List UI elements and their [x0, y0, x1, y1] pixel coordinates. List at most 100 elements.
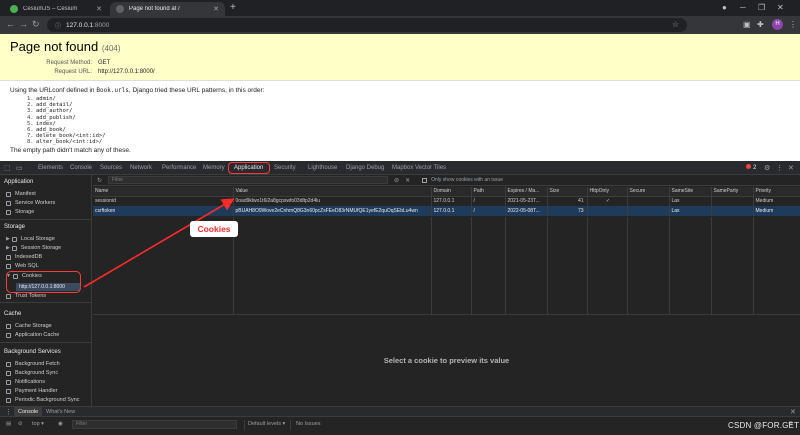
tab-django-debug[interactable]: Django Debug	[346, 161, 384, 175]
minimize-icon[interactable]: ─	[740, 3, 746, 12]
cesium-favicon-icon	[10, 5, 18, 13]
url-input[interactable]: ⓘ 127.0.0.1:8000 ☆	[47, 18, 687, 32]
table-row[interactable]: sessionid 0oad9klwo1t6i2a8gcpswfo03dltp2…	[93, 196, 800, 206]
column-header-size[interactable]: Size	[547, 187, 588, 197]
inspect-element-icon[interactable]: ⬚	[4, 164, 11, 172]
menu-kebab-icon[interactable]: ⋮	[789, 20, 797, 29]
expand-arrow-icon[interactable]: ▶	[6, 236, 10, 242]
sidebar-item-cache-storage[interactable]: Cache Storage	[6, 323, 52, 329]
close-window-icon[interactable]: ✕	[777, 3, 784, 12]
sidebar-item-label: Trust Tokens	[15, 293, 47, 299]
sidebar-item-local-storage[interactable]: ▶ Local Storage	[6, 236, 55, 242]
tab-mapbox-vector-tiles[interactable]: Mapbox Vector Tiles	[392, 161, 446, 175]
issues-badge[interactable]: 2	[746, 164, 756, 171]
console-issues-indicator[interactable]: No Issues	[296, 421, 320, 427]
column-header-value[interactable]: Value	[233, 187, 432, 197]
sidebar-item-manifest[interactable]: Manifest	[6, 191, 36, 197]
close-tab-icon[interactable]: ✕	[213, 5, 219, 13]
close-devtools-icon[interactable]: ✕	[788, 164, 794, 172]
browser-tab-cesium[interactable]: CesiumJS – Cesium ✕	[4, 2, 108, 16]
back-icon[interactable]: ←	[6, 19, 15, 29]
context-select[interactable]: top ▾	[32, 421, 44, 427]
url-patterns-info: Using the URLconf defined in Book.urls, …	[0, 81, 800, 160]
sidebar-item-storage[interactable]: Storage	[6, 209, 34, 215]
cookie-filter-input[interactable]: Filter	[108, 176, 389, 184]
clear-all-icon[interactable]: ⊘	[394, 177, 399, 184]
tab-lighthouse[interactable]: Lighthouse	[308, 161, 337, 175]
settings-gear-icon[interactable]: ⚙	[764, 164, 770, 172]
error-summary: Page not found (404) Request Method: GET…	[0, 34, 800, 81]
sidebar-item-indexeddb[interactable]: IndexedDB	[6, 254, 42, 260]
column-header-secure[interactable]: Secure	[627, 187, 670, 197]
avatar[interactable]: H	[772, 19, 783, 30]
sidebar-item-session-storage[interactable]: ▶ Session Storage	[6, 245, 61, 251]
console-filter-input[interactable]: Filter	[72, 420, 237, 429]
only-issues-checkbox[interactable]: Only show cookies with an issue	[422, 177, 503, 183]
sidebar-item-label: Cache Storage	[15, 323, 52, 329]
cookie-filter-bar: ↻ Filter ⊘ ✕ Only show cookies with an i…	[93, 175, 800, 186]
extension-icon[interactable]: ▣	[743, 20, 751, 29]
column-header-expires[interactable]: Expires / Ma...	[505, 187, 548, 197]
forward-icon[interactable]: →	[19, 19, 28, 29]
sidebar-item-payment-handler[interactable]: Payment Handler	[6, 388, 58, 394]
eye-icon[interactable]: ◉	[58, 421, 63, 427]
sidebar-item-background-sync[interactable]: Background Sync	[6, 370, 58, 376]
tab-memory[interactable]: Memory	[203, 161, 225, 175]
application-sidebar: Application Manifest Service Workers Sto…	[0, 175, 92, 406]
tab-sources[interactable]: Sources	[100, 161, 122, 175]
csdn-watermark: CSDN @FOR.GET	[728, 421, 800, 430]
sidebar-item-notifications[interactable]: Notifications	[6, 379, 45, 385]
sidebar-item-background-fetch[interactable]: Background Fetch	[6, 361, 60, 367]
maximize-icon[interactable]: ❐	[758, 3, 765, 12]
django-404-page: Page not found (404) Request Method: GET…	[0, 34, 800, 161]
cookies-pane: ↻ Filter ⊘ ✕ Only show cookies with an i…	[93, 175, 800, 406]
puzzle-icon[interactable]: ✚	[757, 20, 764, 29]
new-tab-icon[interactable]: +	[230, 2, 236, 13]
column-header-name[interactable]: Name	[93, 187, 234, 197]
refresh-icon[interactable]: ↻	[97, 177, 102, 184]
profile-circle-icon[interactable]: ●	[722, 3, 727, 12]
tab-network[interactable]: Network	[130, 161, 152, 175]
tab-elements[interactable]: Elements	[38, 161, 63, 175]
close-drawer-icon[interactable]: ✕	[790, 408, 796, 416]
close-tab-icon[interactable]: ✕	[96, 5, 102, 13]
sidebar-item-periodic-background-sync[interactable]: Periodic Background Sync	[6, 397, 80, 403]
column-header-domain[interactable]: Domain	[431, 187, 472, 197]
devtools-drawer-tabs: ⋮ Console What's New ✕	[0, 406, 800, 417]
cookie-value: 0oad9klwo1t6i2a8gcpswfo03dltp2d4lu	[233, 196, 432, 206]
sidebar-item-service-workers[interactable]: Service Workers	[6, 200, 55, 206]
tab-console[interactable]: Console	[70, 161, 92, 175]
checkbox-box[interactable]	[422, 177, 428, 183]
info-suffix: , Django tried these URL patterns, in th…	[128, 87, 265, 94]
log-levels-select[interactable]: Default levels ▾	[248, 421, 285, 427]
sidebar-toggle-icon[interactable]: ▤	[6, 421, 11, 427]
request-url-value: http://127.0.0.1:8000/	[98, 68, 155, 75]
sidebar-item-trust-tokens[interactable]: Trust Tokens	[6, 293, 46, 299]
sidebar-header-cache: Cache	[4, 311, 22, 317]
cookie-samesite: Lax	[669, 206, 712, 216]
column-header-priority[interactable]: Priority	[753, 187, 800, 197]
reload-icon[interactable]: ↻	[32, 19, 40, 30]
device-toolbar-icon[interactable]: ▭	[16, 164, 23, 172]
table-row[interactable]: csrftoken pBUAH8O9Wove2eCnhmQ8G3n60pcZsF…	[93, 206, 800, 216]
tab-label: Page not found at /	[129, 6, 180, 12]
cookie-secure	[627, 196, 670, 206]
clear-console-icon[interactable]: ⊘	[18, 421, 23, 427]
column-header-samesite[interactable]: SameSite	[669, 187, 712, 197]
tab-security[interactable]: Security	[274, 161, 296, 175]
sidebar-item-application-cache[interactable]: Application Cache	[6, 332, 59, 338]
pattern-text: alter_book/<int:id>/	[36, 139, 103, 146]
column-header-httponly[interactable]: HttpOnly	[587, 187, 628, 197]
devtools-menu-icon[interactable]: ⋮	[776, 164, 783, 172]
sidebar-item-web-sql[interactable]: Web SQL	[6, 263, 39, 269]
browser-tab-page-not-found[interactable]: Page not found at / ✕	[110, 2, 225, 16]
tab-performance[interactable]: Performance	[162, 161, 196, 175]
pattern-number: 8.	[27, 139, 34, 146]
column-header-path[interactable]: Path	[471, 187, 506, 197]
column-header-sameparty[interactable]: SameParty	[711, 187, 754, 197]
expand-arrow-icon[interactable]: ▶	[6, 245, 10, 251]
drawer-menu-icon[interactable]: ⋮	[5, 408, 12, 416]
bookmark-star-icon[interactable]: ☆	[672, 20, 679, 29]
delete-selected-icon[interactable]: ✕	[405, 177, 410, 184]
column-divider	[627, 217, 628, 314]
